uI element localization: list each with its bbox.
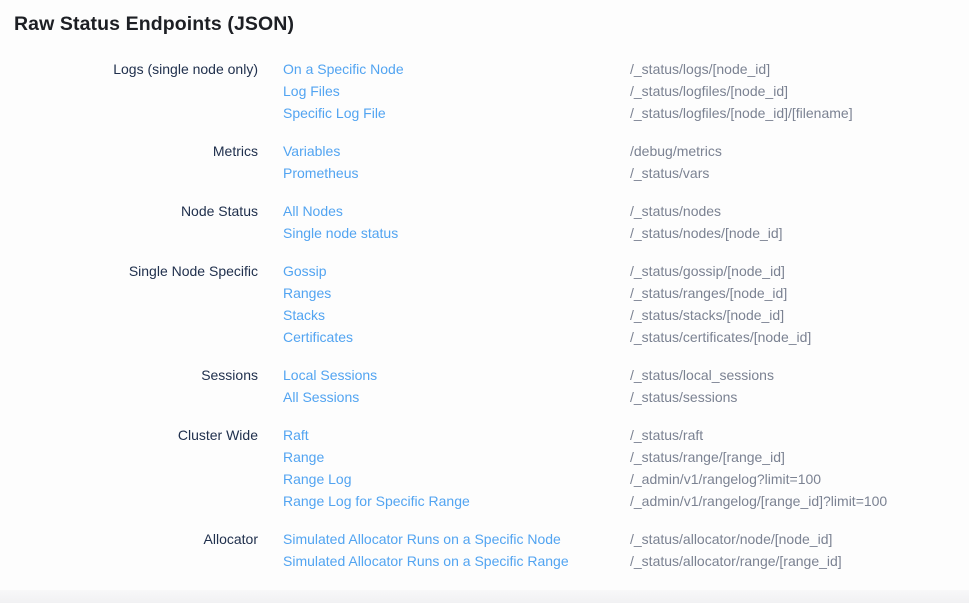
- category-label: Cluster Wide: [14, 424, 258, 512]
- category-label: Node Status: [14, 200, 258, 244]
- endpoint-link[interactable]: Log Files: [283, 80, 630, 102]
- endpoint-path: /_status/ranges/[node_id]: [630, 282, 969, 304]
- endpoint-link[interactable]: Simulated Allocator Runs on a Specific R…: [283, 550, 630, 572]
- endpoint-row: Stacks /_status/stacks/[node_id]: [283, 304, 969, 326]
- endpoint-link[interactable]: On a Specific Node: [283, 58, 630, 80]
- endpoint-path: /_status/logfiles/[node_id]/[filename]: [630, 102, 969, 124]
- page-title: Raw Status Endpoints (JSON): [14, 13, 969, 36]
- endpoint-group: Single Node Specific Gossip /_status/gos…: [14, 260, 969, 348]
- endpoint-row: Range /_status/range/[range_id]: [283, 446, 969, 468]
- category-label: Allocator: [14, 528, 258, 572]
- endpoint-path: /_status/range/[range_id]: [630, 446, 969, 468]
- entry-rows: Raft /_status/raft Range /_status/range/…: [283, 424, 969, 512]
- category-label: Metrics: [14, 140, 258, 184]
- entry-rows: Simulated Allocator Runs on a Specific N…: [283, 528, 969, 572]
- endpoint-link[interactable]: Range Log for Specific Range: [283, 490, 630, 512]
- endpoint-link[interactable]: Local Sessions: [283, 364, 630, 386]
- endpoint-link[interactable]: Range: [283, 446, 630, 468]
- endpoint-row: All Nodes /_status/nodes: [283, 200, 969, 222]
- endpoint-row: Gossip /_status/gossip/[node_id]: [283, 260, 969, 282]
- endpoint-link[interactable]: All Nodes: [283, 200, 630, 222]
- endpoint-path: /_status/stacks/[node_id]: [630, 304, 969, 326]
- endpoint-link[interactable]: Ranges: [283, 282, 630, 304]
- endpoint-link[interactable]: Single node status: [283, 222, 630, 244]
- endpoint-group: Allocator Simulated Allocator Runs on a …: [14, 528, 969, 572]
- endpoint-path: /_status/allocator/node/[node_id]: [630, 528, 969, 550]
- category-label: Single Node Specific: [14, 260, 258, 348]
- endpoint-path: /_admin/v1/rangelog?limit=100: [630, 468, 969, 490]
- endpoint-row: Single node status /_status/nodes/[node_…: [283, 222, 969, 244]
- entry-rows: All Nodes /_status/nodes Single node sta…: [283, 200, 969, 244]
- endpoint-path: /_status/allocator/range/[range_id]: [630, 550, 969, 572]
- endpoint-link[interactable]: All Sessions: [283, 386, 630, 408]
- endpoint-path: /_status/gossip/[node_id]: [630, 260, 969, 282]
- endpoint-row: Log Files /_status/logfiles/[node_id]: [283, 80, 969, 102]
- footer-band: [0, 590, 969, 603]
- endpoint-row: Certificates /_status/certificates/[node…: [283, 326, 969, 348]
- endpoint-path: /_status/certificates/[node_id]: [630, 326, 969, 348]
- endpoint-groups: Logs (single node only) On a Specific No…: [14, 58, 969, 572]
- endpoint-link[interactable]: Raft: [283, 424, 630, 446]
- endpoint-group: Cluster Wide Raft /_status/raft Range /_…: [14, 424, 969, 512]
- endpoint-link[interactable]: Stacks: [283, 304, 630, 326]
- endpoint-row: Raft /_status/raft: [283, 424, 969, 446]
- endpoint-link[interactable]: Specific Log File: [283, 102, 630, 124]
- endpoint-link[interactable]: Certificates: [283, 326, 630, 348]
- endpoint-group: Node Status All Nodes /_status/nodes Sin…: [14, 200, 969, 244]
- endpoint-path: /_status/sessions: [630, 386, 969, 408]
- endpoint-path: /_status/vars: [630, 162, 969, 184]
- endpoint-row: All Sessions /_status/sessions: [283, 386, 969, 408]
- category-label: Logs (single node only): [14, 58, 258, 124]
- endpoint-link[interactable]: Simulated Allocator Runs on a Specific N…: [283, 528, 630, 550]
- entry-rows: Local Sessions /_status/local_sessions A…: [283, 364, 969, 408]
- entry-rows: Gossip /_status/gossip/[node_id] Ranges …: [283, 260, 969, 348]
- endpoint-link[interactable]: Prometheus: [283, 162, 630, 184]
- endpoint-link[interactable]: Gossip: [283, 260, 630, 282]
- endpoint-row: On a Specific Node /_status/logs/[node_i…: [283, 58, 969, 80]
- endpoint-path: /_status/nodes/[node_id]: [630, 222, 969, 244]
- entry-rows: Variables /debug/metrics Prometheus /_st…: [283, 140, 969, 184]
- category-label: Sessions: [14, 364, 258, 408]
- endpoint-path: /_admin/v1/rangelog/[range_id]?limit=100: [630, 490, 969, 512]
- endpoint-group: Sessions Local Sessions /_status/local_s…: [14, 364, 969, 408]
- endpoint-path: /_status/raft: [630, 424, 969, 446]
- endpoint-row: Range Log /_admin/v1/rangelog?limit=100: [283, 468, 969, 490]
- raw-status-endpoints-page: Raw Status Endpoints (JSON) Logs (single…: [0, 0, 969, 572]
- endpoint-group: Metrics Variables /debug/metrics Prometh…: [14, 140, 969, 184]
- endpoint-row: Simulated Allocator Runs on a Specific N…: [283, 528, 969, 550]
- endpoint-group: Logs (single node only) On a Specific No…: [14, 58, 969, 124]
- endpoint-row: Specific Log File /_status/logfiles/[nod…: [283, 102, 969, 124]
- endpoint-link[interactable]: Range Log: [283, 468, 630, 490]
- endpoint-link[interactable]: Variables: [283, 140, 630, 162]
- endpoint-row: Variables /debug/metrics: [283, 140, 969, 162]
- endpoint-row: Ranges /_status/ranges/[node_id]: [283, 282, 969, 304]
- endpoint-path: /_status/local_sessions: [630, 364, 969, 386]
- endpoint-path: /_status/logfiles/[node_id]: [630, 80, 969, 102]
- endpoint-row: Range Log for Specific Range /_admin/v1/…: [283, 490, 969, 512]
- endpoint-row: Simulated Allocator Runs on a Specific R…: [283, 550, 969, 572]
- endpoint-path: /_status/nodes: [630, 200, 969, 222]
- endpoint-row: Local Sessions /_status/local_sessions: [283, 364, 969, 386]
- endpoint-path: /_status/logs/[node_id]: [630, 58, 969, 80]
- endpoint-path: /debug/metrics: [630, 140, 969, 162]
- entry-rows: On a Specific Node /_status/logs/[node_i…: [283, 58, 969, 124]
- endpoint-row: Prometheus /_status/vars: [283, 162, 969, 184]
